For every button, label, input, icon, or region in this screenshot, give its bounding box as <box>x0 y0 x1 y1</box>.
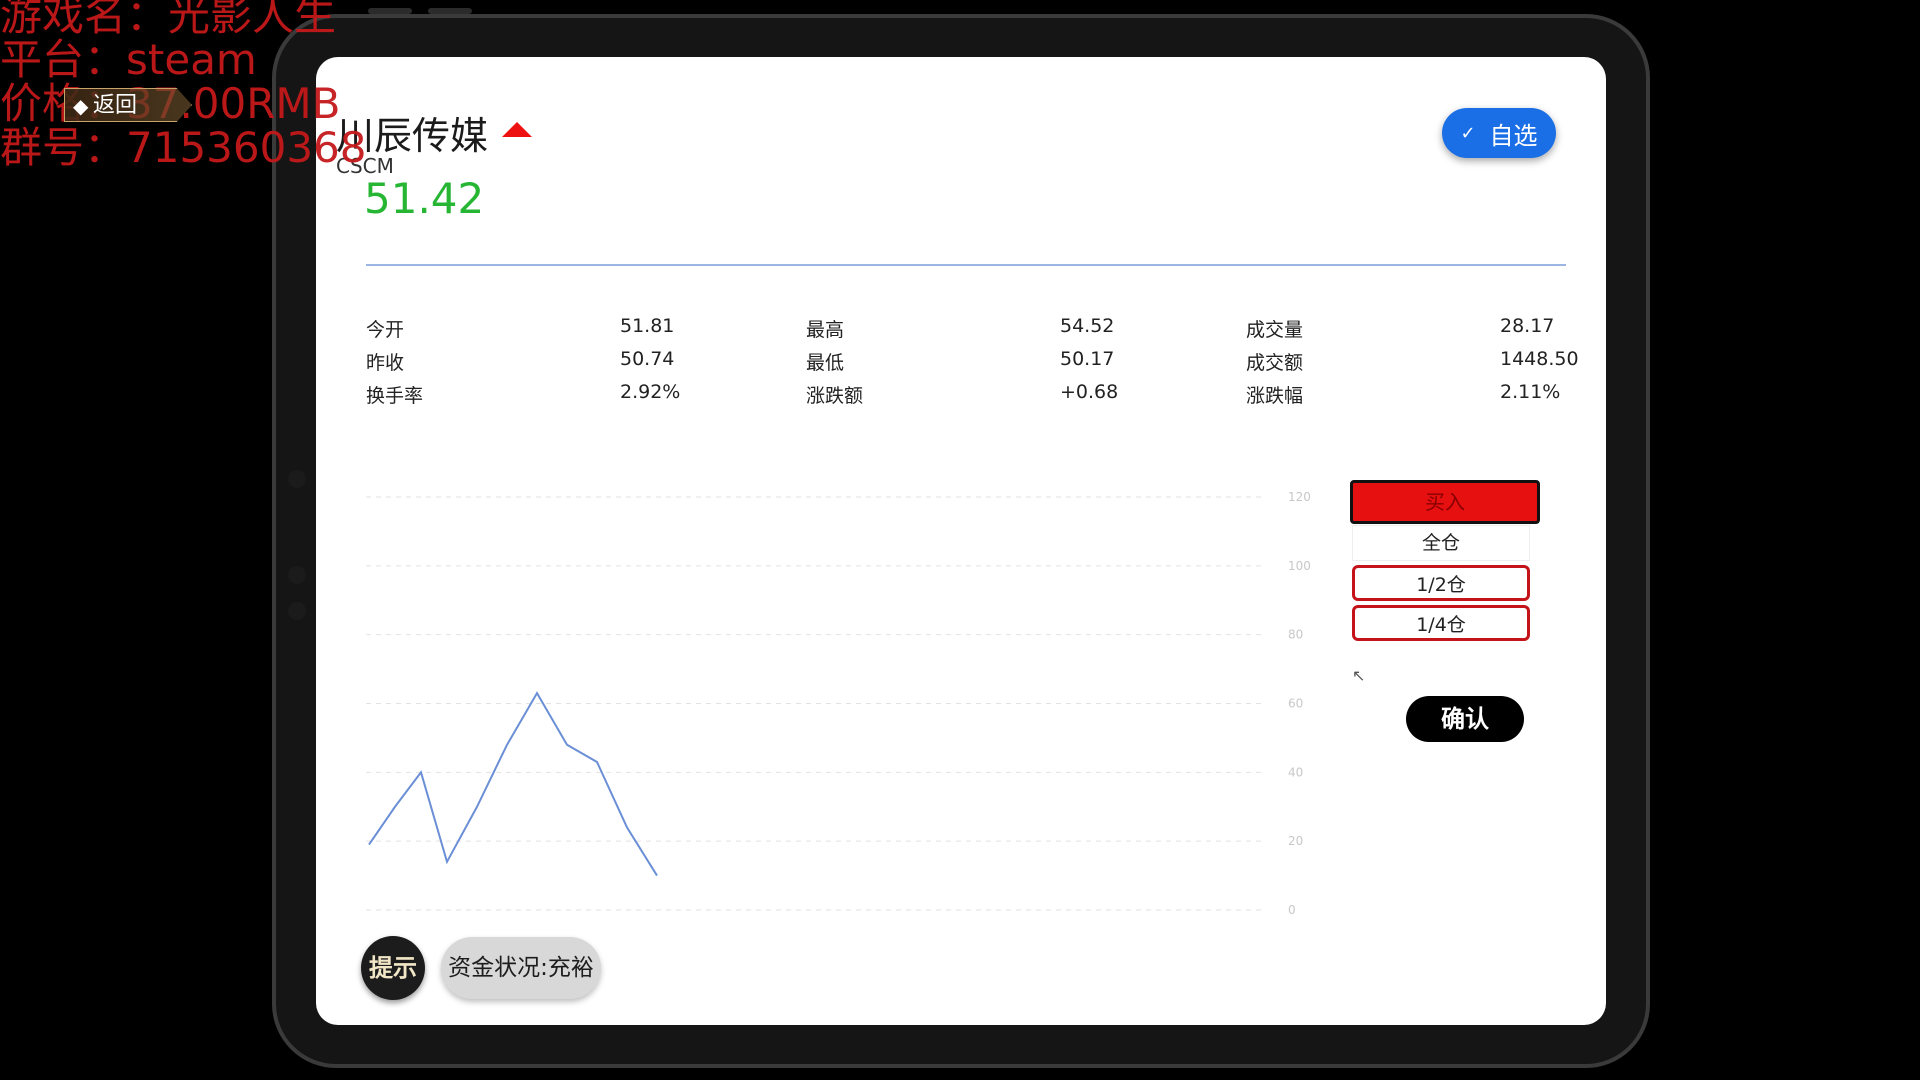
position-option-half[interactable]: 1/2仓 <box>1352 565 1530 601</box>
stat-label: 今开 <box>366 319 405 341</box>
stat-label: 最低 <box>806 352 845 374</box>
back-button-label: 返回 <box>93 93 138 118</box>
camera-dot <box>288 566 306 584</box>
y-tick-label: 60 <box>1288 697 1303 711</box>
stat-label: 最高 <box>806 319 845 341</box>
back-button[interactable]: ◆ 返回 <box>64 88 192 122</box>
stat-value: 1448.50 <box>1500 348 1579 370</box>
favorite-button[interactable]: ✓ 自选 <box>1442 108 1556 158</box>
position-option-quarter[interactable]: 1/4仓 <box>1352 605 1530 641</box>
position-option-full[interactable]: 全仓 <box>1352 525 1530 561</box>
stat-label: 成交量 <box>1246 319 1304 341</box>
confirm-button[interactable]: 确认 <box>1406 696 1524 742</box>
divider <box>366 264 1566 266</box>
stat-label: 成交额 <box>1246 352 1304 374</box>
buy-button[interactable]: 买入 <box>1350 480 1540 524</box>
stats-table: 今开 51.81 最高 54.52 成交量 28.17 昨收 50.74 最低 … <box>366 315 1579 414</box>
y-tick-label: 40 <box>1288 765 1303 779</box>
stock-price: 51.42 <box>364 174 485 223</box>
trend-up-icon <box>502 122 533 137</box>
stat-value: 50.17 <box>1060 348 1115 370</box>
app-screen: 川辰传媒 CSCM 51.42 ✓ 自选 今开 51.81 最高 54.52 成… <box>316 57 1606 1025</box>
series-line <box>368 691 658 877</box>
camera-dot <box>288 470 306 488</box>
stat-value: 28.17 <box>1500 315 1555 337</box>
camera-dot <box>288 602 306 620</box>
favorite-button-label: 自选 <box>1489 121 1538 150</box>
funds-status: 资金状况:充裕 <box>441 937 601 999</box>
check-icon: ✓ <box>1460 122 1476 144</box>
stat-row: 换手率 2.92% 涨跌额 +0.68 涨跌幅 2.11% <box>366 381 1566 414</box>
diamond-icon: ◆ <box>73 94 89 118</box>
stat-label: 换手率 <box>366 385 424 407</box>
y-tick-label: 20 <box>1288 834 1303 848</box>
watermark-overlay: 游戏名：光影人生 平台：steam 价格：37.00RMB 群号：7153603… <box>0 0 367 170</box>
stat-value: +0.68 <box>1060 381 1119 403</box>
stat-label: 涨跌额 <box>806 385 864 407</box>
y-tick-label: 80 <box>1288 628 1303 642</box>
stat-value: 50.74 <box>620 348 675 370</box>
price-line-chart: 0 20 40 60 80 100 120 <box>366 490 1311 917</box>
tablet-side-button <box>428 8 472 14</box>
y-tick-label: 100 <box>1288 559 1311 573</box>
stat-row: 昨收 50.74 最低 50.17 成交额 1448.50 <box>366 348 1579 381</box>
tablet-side-button <box>368 8 412 14</box>
watermark-line: 群号：715360368 <box>0 123 367 172</box>
stat-label: 涨跌幅 <box>1246 385 1304 407</box>
watermark-line: 游戏名：光影人生 <box>0 0 337 40</box>
y-tick-label: 0 <box>1288 903 1296 917</box>
hint-button[interactable]: 提示 <box>361 936 425 1000</box>
stat-value: 51.81 <box>620 315 675 337</box>
stat-value: 2.11% <box>1500 381 1561 403</box>
stat-value: 54.52 <box>1060 315 1115 337</box>
stat-row: 今开 51.81 最高 54.52 成交量 28.17 <box>366 315 1566 348</box>
y-tick-label: 120 <box>1288 490 1311 504</box>
stat-value: 2.92% <box>620 381 681 403</box>
watermark-line: 平台：steam <box>0 35 257 84</box>
mouse-cursor-icon: ↖ <box>1352 666 1366 685</box>
stat-label: 昨收 <box>366 352 405 374</box>
